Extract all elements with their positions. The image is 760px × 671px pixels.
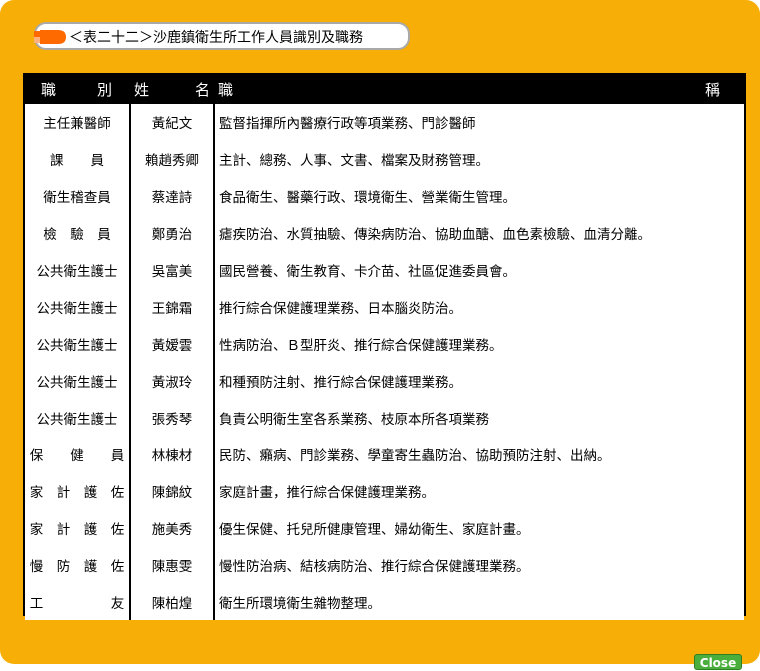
- name-cell: 施美秀: [130, 509, 215, 547]
- duty-cell: 負責公明衛生室各系業務、枝原本所各項業務: [219, 411, 489, 428]
- role-cell: 公共衛生護士: [25, 362, 131, 400]
- name-cell: 黃紀文: [130, 104, 215, 141]
- duty-cell: 家庭計畫，推行綜合保健護理業務。: [219, 485, 435, 502]
- role-cell: 工 友: [25, 583, 131, 621]
- duty-cell: 食品衛生、醫藥行政、環境衛生、營業衛生管理。: [219, 190, 516, 207]
- table-row: 主任兼醫師 黃紀文 監督指揮所內醫療行政等項業務、門診醫師: [25, 104, 744, 141]
- name-cell: 蔡達詩: [130, 177, 215, 215]
- duty-cell: 推行綜合保健護理業務、日本腦炎防治。: [219, 300, 462, 317]
- header-name: 姓名: [130, 75, 214, 104]
- table-row: 家 計 護 佐陳錦紋 家庭計畫，推行綜合保健護理業務。: [25, 472, 744, 510]
- table-row: 公共衛生護士 吳富美 國民營養、衛生教育、卡介苗、社區促進委員會。: [25, 251, 744, 289]
- role-cell: 保 健 員: [25, 436, 131, 473]
- role-cell: 家 計 護 佐: [25, 509, 131, 547]
- role-cell: 檢 驗 員: [25, 214, 131, 252]
- name-cell: 吳富美: [130, 251, 215, 289]
- table-row: 公共衛生護士 黃嫒雲 性病防治、Ｂ型肝炎、推行綜合保健護理業務。: [25, 325, 744, 363]
- role-cell: 公共衛生護士: [25, 325, 131, 363]
- duty-cell: 和種預防注射、推行綜合保健護理業務。: [219, 374, 462, 391]
- page-title: ＜表二十二＞沙鹿鎮衛生所工作人員識別及職務: [69, 30, 363, 46]
- table-row: 工 友陳柏煌 衛生所環境衛生雜物整理。: [25, 583, 744, 621]
- table-row: 慢 防 護 佐陳惠雯 慢性防治病、結核病防治、推行綜合保健護理業務。: [25, 546, 744, 584]
- duty-cell: 性病防治、Ｂ型肝炎、推行綜合保健護理業務。: [219, 337, 503, 354]
- role-cell: 慢 防 護 佐: [25, 546, 131, 584]
- header-role: 職別: [25, 75, 130, 104]
- popup-frame: ＜表二十二＞沙鹿鎮衛生所工作人員識別及職務 職別 姓名 職稱 主任兼醫師 黃紀文監…: [0, 0, 760, 664]
- name-cell: 陳惠雯: [130, 546, 215, 584]
- table-row: 家 計 護 佐施美秀 優生保健、托兒所健康管理、婦幼衛生、家庭計畫。: [25, 509, 744, 547]
- name-cell: 陳錦紋: [130, 472, 215, 510]
- role-cell: 家 計 護 佐: [25, 472, 131, 510]
- table-row: 課 員賴趙秀卿 主計、總務、人事、文書、檔案及財務管理。: [25, 140, 744, 178]
- table-header-row: 職別 姓名 職稱: [25, 75, 744, 104]
- duty-cell: 國民營養、衛生教育、卡介苗、社區促進委員會。: [219, 264, 516, 280]
- table-row: 衛生稽查員 蔡達詩 食品衛生、醫藥行政、環境衛生、營業衛生管理。: [25, 177, 744, 215]
- role-cell: 公共衛生護士: [25, 251, 131, 289]
- name-cell: 王錦霜: [130, 288, 215, 326]
- table-row: 公共衛生護士 黃淑玲 和種預防注射、推行綜合保健護理業務。: [25, 362, 744, 400]
- name-cell: 黃淑玲: [130, 362, 215, 400]
- table-row: 公共衛生護士 張秀琴 負責公明衛生室各系業務、枝原本所各項業務: [25, 399, 744, 437]
- duty-cell: 監督指揮所內醫療行政等項業務、門診醫師: [219, 116, 476, 133]
- title-box: ＜表二十二＞沙鹿鎮衛生所工作人員識別及職務: [30, 22, 410, 50]
- duty-cell: 民防、癩病、門診業務、學童寄生蟲防治、協助預防注射、出納。: [219, 448, 611, 465]
- role-cell: 公共衛生護士: [25, 399, 131, 437]
- role-cell: 課 員: [25, 140, 131, 178]
- table-row: 公共衛生護士 王錦霜 推行綜合保健護理業務、日本腦炎防治。: [25, 288, 744, 326]
- name-cell: 林棟材: [130, 436, 215, 473]
- table-row: 保 健 員林棟材 民防、癩病、門診業務、學童寄生蟲防治、協助預防注射、出納。: [25, 436, 744, 473]
- role-cell: 衛生稽查員: [25, 177, 131, 215]
- staff-table-container: 職別 姓名 職稱 主任兼醫師 黃紀文 監督指揮所內醫療行政等項業務、門診醫師課 員賴…: [23, 73, 746, 621]
- role-cell: 主任兼醫師: [25, 104, 131, 141]
- header-duty: 職稱: [214, 75, 744, 104]
- role-cell: 公共衛生護士: [25, 288, 131, 326]
- name-cell: 黃嫒雲: [130, 325, 215, 363]
- table-row: 檢 驗 員鄭勇治 瘧疾防治、水質抽驗、傳染病防治、協助血醣、血色素檢驗、血清分離。: [25, 214, 744, 252]
- name-cell: 鄭勇治: [130, 214, 215, 252]
- close-button[interactable]: Close: [694, 654, 742, 670]
- duty-cell: 優生保健、托兒所健康管理、婦幼衛生、家庭計畫。: [219, 522, 530, 539]
- name-cell: 張秀琴: [130, 399, 215, 437]
- duty-cell: 衛生所環境衛生雜物整理。: [219, 596, 381, 613]
- staff-table: 職別 姓名 職稱 主任兼醫師 黃紀文 監督指揮所內醫療行政等項業務、門診醫師課 員賴…: [25, 75, 744, 621]
- duty-cell: 慢性防治病、結核病防治、推行綜合保健護理業務。: [219, 559, 530, 576]
- name-cell: 陳柏煌: [130, 583, 215, 621]
- name-cell: 賴趙秀卿: [130, 140, 215, 178]
- duty-cell: 主計、總務、人事、文書、檔案及財務管理。: [219, 153, 489, 170]
- duty-cell: 瘧疾防治、水質抽驗、傳染病防治、協助血醣、血色素檢驗、血清分離。: [219, 227, 651, 244]
- orange-bullet-icon: [30, 30, 66, 44]
